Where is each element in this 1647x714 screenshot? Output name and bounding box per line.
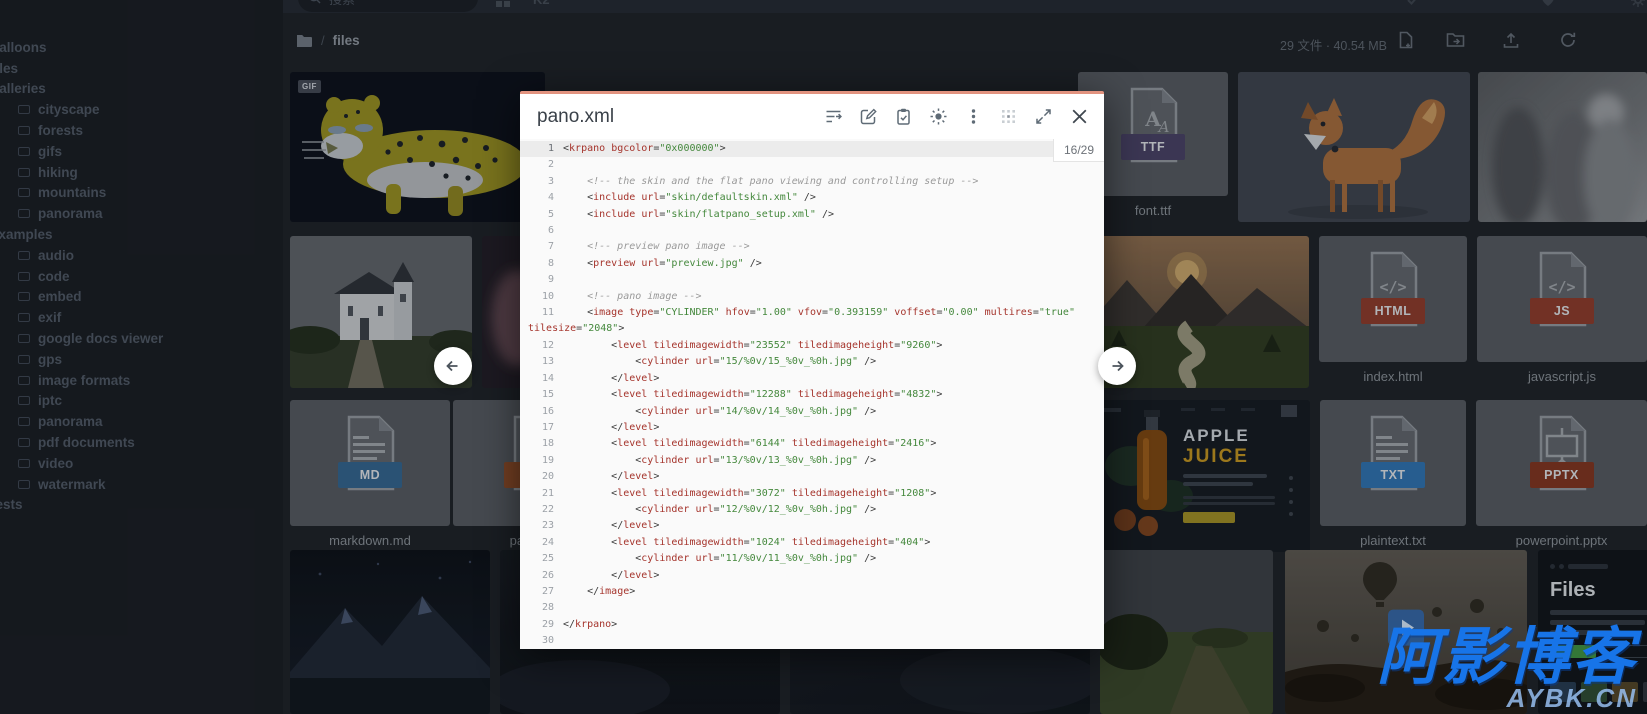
line-number: 8 <box>528 256 554 272</box>
line-number: 16 <box>528 404 554 420</box>
code-line: 6 <box>520 223 1104 239</box>
clipboard-check-icon[interactable] <box>894 107 913 126</box>
code-viewer[interactable]: 16/29 1<krpano bgcolor="0x000000">23 <!-… <box>520 139 1104 649</box>
line-number: 3 <box>528 174 554 190</box>
code-line: 19 <cylinder url="13/%0v/13_%0v_%0h.jpg"… <box>520 453 1104 469</box>
line-number: 9 <box>528 272 554 288</box>
fullscreen-icon[interactable] <box>1034 107 1053 126</box>
word-wrap-icon[interactable] <box>824 107 843 126</box>
line-number: 21 <box>528 486 554 502</box>
code-line: 11 <image type="CYLINDER" hfov="1.00" vf… <box>520 305 1104 338</box>
line-number: 20 <box>528 469 554 485</box>
code-line: 18 <level tiledimagewidth="6144" tiledim… <box>520 436 1104 452</box>
line-number: 17 <box>528 420 554 436</box>
file-preview-modal: pano.xml 16/29 1<krpano bgcolor="0x00000… <box>520 91 1104 649</box>
more-menu-icon[interactable] <box>964 107 983 126</box>
code-line: 21 <level tiledimagewidth="3072" tiledim… <box>520 486 1104 502</box>
thumbnails-icon[interactable] <box>999 107 1018 126</box>
line-number: 10 <box>528 289 554 305</box>
arrow-left-icon <box>444 357 462 375</box>
code-line: 4 <include url="skin/defaultskin.xml" /> <box>520 190 1104 206</box>
file-counter: 16/29 <box>1053 139 1104 162</box>
modal-title: pano.xml <box>537 106 824 128</box>
close-icon[interactable] <box>1069 106 1090 127</box>
line-number: 1 <box>528 141 554 157</box>
code-line: 17 </level> <box>520 420 1104 436</box>
code-line: 16 <cylinder url="14/%0v/14_%0v_%0h.jpg"… <box>520 404 1104 420</box>
line-number: 14 <box>528 371 554 387</box>
code-line: 25 <cylinder url="11/%0v/11_%0v_%0h.jpg"… <box>520 551 1104 567</box>
line-number: 11 <box>528 305 554 321</box>
line-number: 18 <box>528 436 554 452</box>
code-line: 3 <!-- the skin and the flat pano viewin… <box>520 174 1104 190</box>
line-number: 13 <box>528 354 554 370</box>
line-number: 2 <box>528 157 554 173</box>
line-number: 12 <box>528 338 554 354</box>
line-number: 5 <box>528 207 554 223</box>
next-button[interactable] <box>1098 347 1136 385</box>
code-line: 7 <!-- preview pano image --> <box>520 239 1104 255</box>
line-number: 25 <box>528 551 554 567</box>
code-line: 5 <include url="skin/flatpano_setup.xml"… <box>520 207 1104 223</box>
app-root: { "navbar": { "search_placeholder": "搜索"… <box>0 0 1647 714</box>
code-line: 15 <level tiledimagewidth="12288" tiledi… <box>520 387 1104 403</box>
line-number: 30 <box>528 633 554 649</box>
code-line: 9 <box>520 272 1104 288</box>
line-number: 15 <box>528 387 554 403</box>
line-number: 29 <box>528 617 554 633</box>
code-line: 14 </level> <box>520 371 1104 387</box>
line-number: 6 <box>528 223 554 239</box>
code-line: 20 </level> <box>520 469 1104 485</box>
line-number: 22 <box>528 502 554 518</box>
code-line: 24 <level tiledimagewidth="1024" tiledim… <box>520 535 1104 551</box>
code-line: 8 <preview url="preview.jpg" /> <box>520 256 1104 272</box>
modal-toolbar <box>824 106 1090 127</box>
code-line: 26 </level> <box>520 568 1104 584</box>
code-lines: 1<krpano bgcolor="0x000000">23 <!-- the … <box>528 141 1096 649</box>
code-line: 30 <box>520 633 1104 649</box>
code-line: 28 <box>520 600 1104 616</box>
line-number: 23 <box>528 518 554 534</box>
arrow-right-icon <box>1108 357 1126 375</box>
code-line: 27 </image> <box>520 584 1104 600</box>
code-line: 2 <box>520 157 1104 173</box>
code-line: 22 <cylinder url="12/%0v/12_%0v_%0h.jpg"… <box>520 502 1104 518</box>
line-number: 28 <box>528 600 554 616</box>
line-number: 7 <box>528 239 554 255</box>
line-number: 26 <box>528 568 554 584</box>
line-number: 4 <box>528 190 554 206</box>
line-number: 27 <box>528 584 554 600</box>
edit-icon[interactable] <box>859 107 878 126</box>
prev-button[interactable] <box>434 347 472 385</box>
line-number: 24 <box>528 535 554 551</box>
code-line: 12 <level tiledimagewidth="23552" tiledi… <box>520 338 1104 354</box>
modal-header: pano.xml <box>520 94 1104 139</box>
code-line: 13 <cylinder url="15/%0v/15_%0v_%0h.jpg"… <box>520 354 1104 370</box>
code-line: 10 <!-- pano image --> <box>520 289 1104 305</box>
line-number: 19 <box>528 453 554 469</box>
code-line: 1<krpano bgcolor="0x000000"> <box>520 141 1104 157</box>
brightness-icon[interactable] <box>929 107 948 126</box>
code-line: 29</krpano> <box>520 617 1104 633</box>
code-line: 23 </level> <box>520 518 1104 534</box>
